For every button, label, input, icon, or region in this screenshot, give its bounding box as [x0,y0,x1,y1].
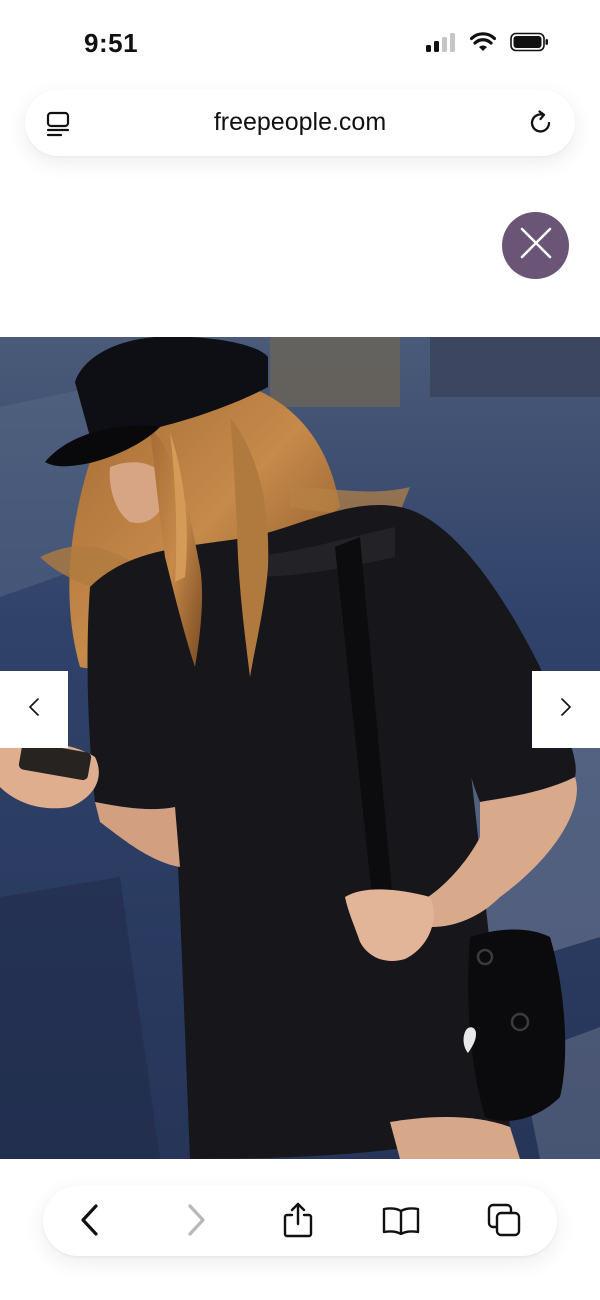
chevron-right-icon [559,697,573,722]
share-icon [282,1202,314,1243]
status-time: 9:51 [84,28,139,58]
product-image[interactable] [0,337,600,1159]
cellular-signal-icon [426,32,456,57]
close-icon [519,226,553,265]
bookmarks-icon [382,1205,420,1240]
battery-icon [510,32,550,57]
carousel-prev-button[interactable] [0,671,68,748]
product-photo [0,337,600,1159]
reload-icon[interactable] [527,109,555,137]
address-bar[interactable]: freepeople.com [25,90,575,156]
status-icons [426,32,550,57]
status-bar: 9:51 [0,0,600,80]
tabs-button[interactable] [483,1200,527,1244]
wifi-icon [469,32,497,57]
tabs-icon [487,1203,523,1242]
back-button[interactable] [68,1200,112,1244]
close-button[interactable] [502,212,569,279]
forward-button[interactable] [174,1200,218,1244]
bookmarks-button[interactable] [379,1200,423,1244]
chevron-left-icon [27,697,41,722]
url-text[interactable]: freepeople.com [25,108,575,137]
forward-icon [184,1203,208,1242]
back-icon [78,1203,102,1242]
share-button[interactable] [276,1200,320,1244]
carousel-next-button[interactable] [532,671,600,748]
browser-toolbar [43,1186,557,1256]
